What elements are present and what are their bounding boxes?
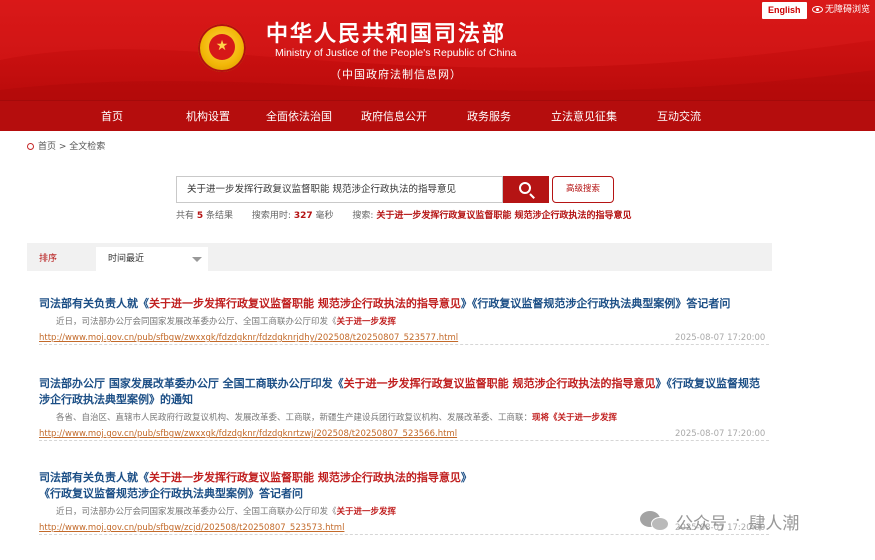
nav-item-rule-of-law[interactable]: 全面依法治国 xyxy=(254,101,344,131)
location-icon xyxy=(27,143,34,150)
breadcrumb-text[interactable]: 首页 > 全文检索 xyxy=(38,142,105,152)
result-snippet: 各省、自治区、直辖市人民政府行政复议机构、发展改革委、工商联，新疆生产建设兵团行… xyxy=(39,412,769,424)
english-button[interactable]: English xyxy=(762,2,807,19)
result-url-link[interactable]: http://www.moj.gov.cn/pub/sfbgw/zwxxgk/f… xyxy=(39,332,458,344)
result-title-part: 司法部办公厅 国家发展改革委办公厅 全国工商联办公厅印发《 xyxy=(39,377,344,390)
stats-suffix: 条结果 xyxy=(206,211,234,221)
site-title[interactable]: 中华人民共和国司法部 xyxy=(266,16,506,48)
result-title-link[interactable]: 司法部有关负责人就《关于进一步发挥行政复议监督职能 规范涉企行政执法的指导意见》… xyxy=(39,296,769,312)
national-emblem-icon: ★ xyxy=(198,24,246,72)
watermark-dot: · xyxy=(735,511,741,531)
watermark-text-a: 公众号 xyxy=(676,513,727,534)
time-unit: 毫秒 xyxy=(315,211,334,221)
search-input[interactable]: 关于进一步发挥行政复议监督职能 规范涉企行政执法的指导意见 xyxy=(176,176,503,203)
result-url-link[interactable]: http://www.moj.gov.cn/pub/sfbgw/zwxxgk/f… xyxy=(39,428,457,440)
time-label: 搜索用时: xyxy=(251,211,291,221)
breadcrumb: 首页 > 全文检索 xyxy=(27,141,105,153)
nav-item-legislation[interactable]: 立法意见征集 xyxy=(534,101,634,131)
keyword-label: 搜索: xyxy=(352,211,374,221)
snippet-highlight: 关于进一步发挥 xyxy=(336,317,397,327)
search-icon-handle xyxy=(529,193,535,199)
nav-item-institutions[interactable]: 机构设置 xyxy=(162,101,254,131)
nav-item-home[interactable]: 首页 xyxy=(62,101,162,131)
keyword-value: 关于进一步发挥行政复议监督职能 规范涉企行政执法的指导意见 xyxy=(376,211,632,221)
advanced-search-button[interactable]: 高级搜索 xyxy=(552,176,614,203)
result-date: 2025-08-07 17:20:00 xyxy=(675,429,766,439)
site-header: ★ 中华人民共和国司法部 Ministry of Justice of the … xyxy=(0,0,875,100)
result-item: 司法部有关负责人就《关于进一步发挥行政复议监督职能 规范涉企行政执法的指导意见》… xyxy=(39,296,769,345)
search-icon xyxy=(519,182,531,194)
result-url-link[interactable]: http://www.moj.gov.cn/pub/sfbgw/zcjd/202… xyxy=(39,522,344,534)
result-footer: http://www.moj.gov.cn/pub/sfbgw/zwxxgk/f… xyxy=(39,428,769,441)
site-subtitle: （中国政府法制信息网） xyxy=(330,68,462,81)
sort-bar: 排序 时间最近 xyxy=(27,243,772,271)
result-title-highlight: 关于进一步发挥行政复议监督职能 规范涉企行政执法的指导意见 xyxy=(149,471,461,484)
main-nav: 首页 机构设置 全面依法治国 政府信息公开 政务服务 立法意见征集 互动交流 xyxy=(0,100,875,131)
sort-select[interactable]: 时间最近 xyxy=(96,247,208,271)
stats-prefix: 共有 xyxy=(176,211,195,221)
result-title-link[interactable]: 司法部有关负责人就《关于进一步发挥行政复议监督职能 规范涉企行政执法的指导意见》… xyxy=(39,470,479,502)
result-count: 5 xyxy=(196,211,204,221)
result-date: 2025-08-07 17:20:00 xyxy=(675,333,766,343)
result-title-part: 》《行政复议监督规范涉企行政执法典型案例》答记者问 xyxy=(460,297,731,310)
nav-item-services[interactable]: 政务服务 xyxy=(444,101,534,131)
snippet-highlight: 现将《关于进一步发挥 xyxy=(532,413,618,423)
snippet-highlight: 关于进一步发挥 xyxy=(336,507,397,517)
site-title-english: Ministry of Justice of the People's Repu… xyxy=(275,47,517,59)
result-title-link[interactable]: 司法部办公厅 国家发展改革委办公厅 全国工商联办公厅印发《关于进一步发挥行政复议… xyxy=(39,376,769,408)
result-title-highlight: 关于进一步发挥行政复议监督职能 规范涉企行政执法的指导意见 xyxy=(343,377,656,390)
result-snippet: 近日，司法部办公厅会同国家发展改革委办公厅、全国工商联办公厅印发《关于进一步发挥 xyxy=(39,316,769,328)
sort-selected-value: 时间最近 xyxy=(108,254,145,264)
result-title-part: 司法部有关负责人就《 xyxy=(39,471,149,484)
watermark: 公众号 · 肆人潮 xyxy=(640,508,799,534)
nav-item-gov-info[interactable]: 政府信息公开 xyxy=(344,101,444,131)
accessibility-button[interactable]: 无障碍浏览 xyxy=(812,3,870,17)
search-stats: 共有 5 条结果 搜索用时: 327 毫秒 搜索: 关于进一步发挥行政复议监督职… xyxy=(176,210,631,222)
watermark-text-b: 肆人潮 xyxy=(748,513,800,534)
nav-item-interaction[interactable]: 互动交流 xyxy=(634,101,724,131)
page: ★ 中华人民共和国司法部 Ministry of Justice of the … xyxy=(0,0,875,560)
wechat-icon xyxy=(640,509,670,533)
accessibility-label: 无障碍浏览 xyxy=(825,5,871,15)
chevron-down-icon xyxy=(192,257,202,262)
result-title-highlight: 关于进一步发挥行政复议监督职能 规范涉企行政执法的指导意见 xyxy=(149,297,461,310)
time-value: 327 xyxy=(293,211,313,221)
snippet-text: 近日，司法部办公厅会同国家发展改革委办公厅、全国工商联办公厅印发《 xyxy=(56,507,337,517)
eye-icon xyxy=(812,6,823,13)
result-item: 司法部办公厅 国家发展改革委办公厅 全国工商联办公厅印发《关于进一步发挥行政复议… xyxy=(39,376,769,441)
snippet-text: 近日，司法部办公厅会同国家发展改革委办公厅、全国工商联办公厅印发《 xyxy=(56,317,337,327)
result-footer: http://www.moj.gov.cn/pub/sfbgw/zwxxgk/f… xyxy=(39,332,769,345)
result-title-part: 司法部有关负责人就《 xyxy=(39,297,149,310)
search-button[interactable] xyxy=(503,176,549,203)
sort-label: 排序 xyxy=(39,254,58,264)
snippet-text: 各省、自治区、直辖市人民政府行政复议机构、发展改革委、工商联，新疆生产建设兵团行… xyxy=(56,413,533,423)
